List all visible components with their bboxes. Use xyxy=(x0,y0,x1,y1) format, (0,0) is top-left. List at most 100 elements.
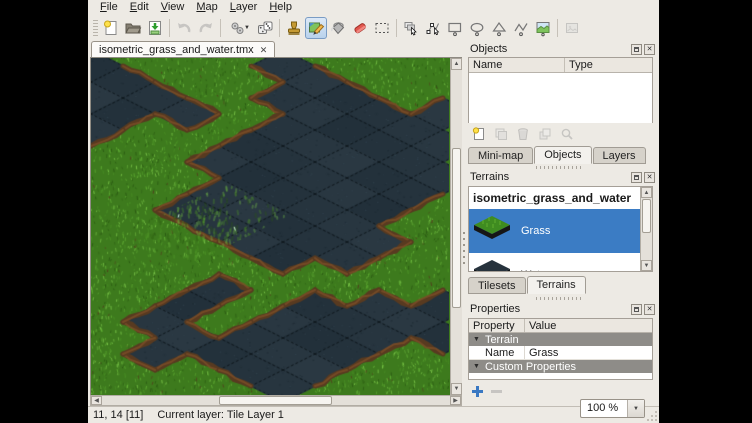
menu-file[interactable]: File xyxy=(94,0,124,15)
delete-object-icon[interactable] xyxy=(514,125,532,143)
duplicate-object-icon[interactable] xyxy=(492,125,510,143)
zoom-combobox[interactable]: 100 % ▼ xyxy=(580,399,645,418)
inspect-object-icon[interactable] xyxy=(558,125,576,143)
collapse-arrow-icon[interactable]: ▼ xyxy=(473,336,480,343)
insert-polyline-icon[interactable] xyxy=(510,17,532,39)
terrains-scroll-thumb[interactable] xyxy=(642,199,651,233)
scroll-up-icon[interactable]: ▲ xyxy=(451,58,462,70)
tab-tilesets[interactable]: Tilesets xyxy=(468,277,526,294)
terrains-dock-title: Terrains xyxy=(470,171,629,183)
insert-rectangle-icon[interactable] xyxy=(444,17,466,39)
map-view: ▲ ▼ xyxy=(90,57,462,395)
redo-icon[interactable] xyxy=(195,17,217,39)
terrain-item-label: Grass xyxy=(521,225,550,237)
column-header-name[interactable]: Name xyxy=(469,58,565,72)
remove-property-icon[interactable] xyxy=(489,384,504,399)
menu-edit[interactable]: Edit xyxy=(124,0,155,15)
raise-object-icon[interactable] xyxy=(536,125,554,143)
main-toolbar: ▼ xyxy=(88,15,659,40)
tab-layers[interactable]: Layers xyxy=(593,147,646,164)
new-file-icon[interactable] xyxy=(100,17,122,39)
status-bar: 11, 14 [11] Current layer: Tile Layer 1 xyxy=(88,406,659,423)
objects-dock-title: Objects xyxy=(470,43,629,55)
menu-view[interactable]: View xyxy=(155,0,191,15)
tiled-window: File Edit View Map Layer Help ▼ xyxy=(88,0,659,423)
tab-terrains[interactable]: Terrains xyxy=(527,276,586,294)
insert-polygon-icon[interactable] xyxy=(488,17,510,39)
scroll-up-icon[interactable]: ▲ xyxy=(641,187,652,198)
save-file-icon[interactable] xyxy=(144,17,166,39)
close-dock-icon[interactable]: ✕ xyxy=(644,304,655,315)
close-dock-icon[interactable]: ✕ xyxy=(644,44,655,55)
menu-layer[interactable]: Layer xyxy=(224,0,264,15)
scroll-right-icon[interactable]: ▶ xyxy=(450,396,461,405)
menu-help[interactable]: Help xyxy=(263,0,298,15)
terrains-list: isometric_grass_and_water Grass Water ▲ … xyxy=(468,186,653,272)
add-property-icon[interactable] xyxy=(470,384,485,399)
map-canvas[interactable] xyxy=(91,58,449,395)
close-dock-icon[interactable]: ✕ xyxy=(644,172,655,183)
rectangular-select-icon[interactable] xyxy=(371,17,393,39)
tab-objects[interactable]: Objects xyxy=(534,146,591,164)
add-object-icon[interactable] xyxy=(470,125,488,143)
scroll-left-icon[interactable]: ◀ xyxy=(91,396,102,405)
toolbar-separator xyxy=(169,19,170,37)
zoom-value: 100 % xyxy=(581,400,627,417)
collapse-arrow-icon[interactable]: ▼ xyxy=(473,363,480,370)
column-header-property[interactable]: Property xyxy=(469,319,525,332)
random-mode-icon[interactable] xyxy=(254,17,276,39)
splitter-handle xyxy=(463,230,465,264)
column-header-type[interactable]: Type xyxy=(565,58,652,72)
property-value[interactable]: Grass xyxy=(525,347,558,359)
dock-splitter-handle[interactable] xyxy=(536,166,582,169)
terrain-brush-icon[interactable] xyxy=(305,17,327,39)
horizontal-scroll-thumb[interactable] xyxy=(219,396,332,405)
resize-grip[interactable] xyxy=(646,410,658,422)
property-group-custom[interactable]: ▼ Custom Properties xyxy=(469,360,652,373)
float-dock-icon[interactable] xyxy=(631,172,642,183)
insert-image-icon[interactable] xyxy=(561,17,583,39)
dock-splitter-handle[interactable] xyxy=(536,297,582,300)
document-tab[interactable]: isometric_grass_and_water.tmx ✕ xyxy=(91,41,275,58)
terrains-scrollbar[interactable]: ▲ ▼ xyxy=(640,187,652,271)
eraser-icon[interactable] xyxy=(349,17,371,39)
objects-table-body[interactable] xyxy=(469,73,652,123)
properties-dock-title: Properties xyxy=(470,303,629,315)
select-objects-icon[interactable] xyxy=(400,17,422,39)
bucket-fill-icon[interactable] xyxy=(327,17,349,39)
float-dock-icon[interactable] xyxy=(631,304,642,315)
properties-table-header: Property Value xyxy=(469,319,652,333)
column-header-value[interactable]: Value xyxy=(525,319,652,332)
map-vertical-scrollbar[interactable]: ▲ ▼ xyxy=(450,58,462,395)
insert-tile-icon[interactable] xyxy=(532,17,554,39)
document-tab-label: isometric_grass_and_water.tmx xyxy=(99,44,254,56)
insert-ellipse-icon[interactable] xyxy=(466,17,488,39)
scroll-down-icon[interactable]: ▼ xyxy=(451,383,462,395)
map-horizontal-scrollbar[interactable]: ◀ ▶ xyxy=(90,395,462,406)
open-file-icon[interactable] xyxy=(122,17,144,39)
terrain-item-grass[interactable]: Grass xyxy=(469,209,652,253)
property-group-terrain[interactable]: ▼ Terrain xyxy=(469,333,652,346)
float-dock-icon[interactable] xyxy=(631,44,642,55)
toolbar-separator xyxy=(396,19,397,37)
vertical-scroll-thumb[interactable] xyxy=(452,148,461,308)
property-row-name[interactable]: Name Grass xyxy=(469,346,652,360)
bottom-dock-tabs: Mini-map Objects Layers xyxy=(466,146,647,164)
stamp-brush-icon[interactable] xyxy=(283,17,305,39)
undo-icon[interactable] xyxy=(173,17,195,39)
menu-map[interactable]: Map xyxy=(190,0,223,15)
cursor-position-status: 11, 14 [11] xyxy=(93,409,143,421)
terrains-dock-titlebar: Terrains ✕ xyxy=(470,170,655,184)
property-group-label: Terrain xyxy=(485,334,519,346)
grass-tile-thumbnail xyxy=(469,210,515,252)
combo-dropdown-icon[interactable]: ▼ xyxy=(627,400,644,417)
tab-mini-map[interactable]: Mini-map xyxy=(468,147,533,164)
scroll-down-icon[interactable]: ▼ xyxy=(641,260,652,271)
execute-command-icon[interactable]: ▼ xyxy=(224,17,254,39)
objects-dock-titlebar: Objects ✕ xyxy=(470,42,655,56)
terrain-item-water[interactable]: Water xyxy=(469,253,652,272)
toolbar-handle[interactable] xyxy=(93,20,98,36)
tab-close-icon[interactable]: ✕ xyxy=(260,46,268,55)
terrains-group-header[interactable]: isometric_grass_and_water xyxy=(469,187,652,209)
edit-polygons-icon[interactable] xyxy=(422,17,444,39)
